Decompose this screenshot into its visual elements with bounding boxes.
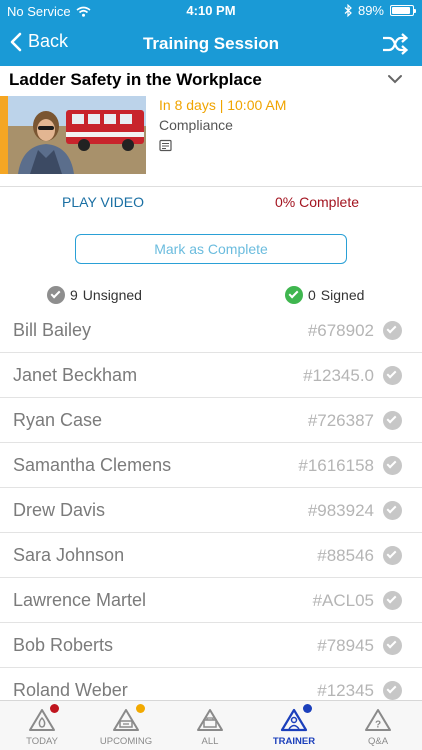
trainee-id: #678902 bbox=[307, 321, 374, 340]
tab-today[interactable]: TODAY bbox=[0, 701, 84, 750]
trainee-id: #78945 bbox=[317, 636, 374, 655]
battery-icon bbox=[390, 5, 416, 16]
tab-all[interactable]: ALL bbox=[168, 701, 252, 750]
upcoming-badge bbox=[136, 704, 145, 713]
play-video-button[interactable]: PLAY VIDEO bbox=[0, 194, 206, 210]
trainee-name: Janet Beckham bbox=[13, 365, 138, 385]
trainee-id: #983924 bbox=[307, 501, 374, 520]
trainer-badge bbox=[303, 704, 312, 713]
signature-check-icon[interactable] bbox=[383, 366, 402, 385]
session-accent-bar bbox=[0, 96, 8, 174]
trainee-id: #726387 bbox=[307, 411, 374, 430]
mark-complete-button[interactable]: Mark as Complete bbox=[75, 234, 347, 264]
trainee-id: #1616158 bbox=[298, 456, 374, 475]
trainee-id: #ACL05 bbox=[312, 591, 374, 610]
signature-check-icon[interactable] bbox=[383, 681, 402, 700]
tab-trainer-label: TRAINER bbox=[272, 736, 316, 747]
trainee-id: #12345 bbox=[317, 681, 374, 700]
signed-label: Signed bbox=[320, 287, 365, 303]
trainee-name: Bob Roberts bbox=[13, 635, 114, 655]
trainee-row[interactable]: Janet Beckham #12345.0 bbox=[0, 353, 422, 398]
trainee-id: #12345.0 bbox=[303, 366, 374, 385]
tab-upcoming[interactable]: UPCOMING bbox=[84, 701, 168, 750]
nav-bar: Back Training Session bbox=[0, 22, 422, 66]
mark-complete-label: Mark as Complete bbox=[154, 241, 268, 257]
tab-bar: TODAY UPCOMING ALL TRAINER ? Q&A bbox=[0, 700, 422, 750]
signature-check-icon[interactable] bbox=[383, 411, 402, 430]
tab-today-label: TODAY bbox=[26, 736, 58, 747]
status-bar: No Service 4:10 PM 89% bbox=[0, 0, 422, 22]
trainee-row[interactable]: Drew Davis #983924 bbox=[0, 488, 422, 533]
thumbnail-image bbox=[8, 96, 146, 174]
all-icon bbox=[197, 709, 223, 731]
trainee-list: Bill Bailey #678902 Janet Beckham #12345… bbox=[0, 308, 422, 713]
video-thumbnail[interactable] bbox=[8, 96, 146, 174]
trainee-name: Drew Davis bbox=[13, 500, 106, 520]
trainee-row[interactable]: Lawrence Martel #ACL05 bbox=[0, 578, 422, 623]
bluetooth-icon bbox=[344, 4, 352, 17]
app-header: No Service 4:10 PM 89% Back Training Ses… bbox=[0, 0, 422, 66]
tab-qa-label: Q&A bbox=[367, 736, 389, 747]
trainee-name: Bill Bailey bbox=[13, 320, 92, 340]
trainee-name: Samantha Clemens bbox=[13, 455, 172, 475]
signature-check-icon[interactable] bbox=[383, 546, 402, 565]
chevron-down-icon[interactable] bbox=[386, 70, 404, 88]
signed-check-icon bbox=[285, 286, 303, 304]
signature-check-icon[interactable] bbox=[383, 591, 402, 610]
signature-check-icon[interactable] bbox=[383, 321, 402, 340]
trainee-name: Sara Johnson bbox=[13, 545, 125, 565]
unsigned-count: 9 bbox=[70, 287, 78, 303]
trainee-row[interactable]: Bill Bailey #678902 bbox=[0, 308, 422, 353]
trainee-name: Roland Weber bbox=[13, 680, 128, 700]
unsigned-filter[interactable]: 9 Unsigned bbox=[47, 286, 142, 304]
session-due: In 8 days | 10:00 AM bbox=[159, 97, 287, 113]
today-badge bbox=[50, 704, 59, 713]
tab-qa[interactable]: ? Q&A bbox=[336, 701, 420, 750]
signature-check-icon[interactable] bbox=[383, 456, 402, 475]
notes-icon bbox=[159, 139, 172, 152]
tab-upcoming-label: UPCOMING bbox=[99, 736, 153, 747]
signed-filter[interactable]: 0 Signed bbox=[285, 286, 364, 304]
page-title: Training Session bbox=[142, 34, 280, 53]
trainee-row[interactable]: Sara Johnson #88546 bbox=[0, 533, 422, 578]
trainee-row[interactable]: Ryan Case #726387 bbox=[0, 398, 422, 443]
percent-complete: 0% Complete bbox=[274, 194, 360, 210]
qa-icon: ? bbox=[365, 709, 391, 731]
trainee-name: Ryan Case bbox=[13, 410, 103, 430]
trainee-row[interactable]: Bob Roberts #78945 bbox=[0, 623, 422, 668]
session-title: Ladder Safety in the Workplace bbox=[9, 70, 262, 89]
trainee-id: #88546 bbox=[317, 546, 374, 565]
trainee-name: Lawrence Martel bbox=[13, 590, 147, 610]
trainee-row[interactable]: Samantha Clemens #1616158 bbox=[0, 443, 422, 488]
battery-fill bbox=[392, 7, 410, 14]
signed-count: 0 bbox=[308, 287, 316, 303]
tab-trainer[interactable]: TRAINER bbox=[252, 701, 336, 750]
tab-all-label: ALL bbox=[201, 736, 219, 747]
signature-check-icon[interactable] bbox=[383, 636, 402, 655]
svg-text:?: ? bbox=[375, 720, 381, 731]
shuffle-icon[interactable] bbox=[380, 30, 410, 58]
signature-check-icon[interactable] bbox=[383, 501, 402, 520]
unsigned-label: Unsigned bbox=[82, 287, 142, 303]
session-category: Compliance bbox=[159, 117, 233, 133]
unsigned-check-icon bbox=[47, 286, 65, 304]
divider bbox=[0, 186, 422, 187]
battery-percent: 89% bbox=[357, 3, 384, 18]
